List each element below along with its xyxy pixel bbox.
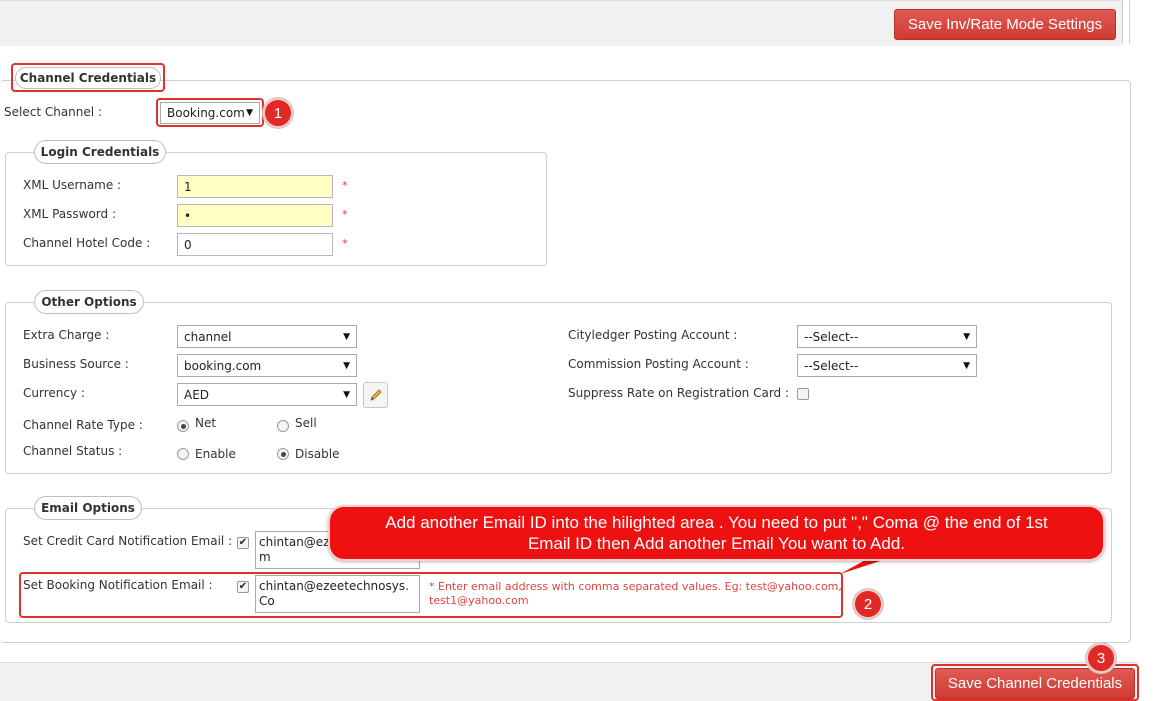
channel-status-label: Channel Status :: [23, 444, 123, 458]
chevron-down-icon: ▼: [963, 331, 970, 342]
step-badge-3: 3: [1086, 643, 1116, 673]
cc-email-label: Set Credit Card Notification Email :: [23, 534, 233, 548]
login-credentials-legend: Login Credentials: [34, 140, 166, 164]
instruction-callout: Add another Email ID into the hilighted …: [328, 505, 1105, 561]
business-source-label: Business Source :: [23, 357, 129, 371]
chevron-down-icon: ▼: [246, 108, 253, 118]
required-mark: *: [342, 208, 348, 221]
booking-email-label: Set Booking Notification Email :: [23, 578, 213, 592]
chevron-down-icon: ▼: [963, 360, 970, 371]
pencil-icon: [369, 389, 382, 401]
select-channel-label: Select Channel :: [4, 105, 102, 119]
edit-currency-button[interactable]: [363, 382, 388, 408]
hotel-code-label: Channel Hotel Code :: [23, 236, 151, 250]
step-badge-1: 1: [263, 98, 293, 128]
booking-email-textarea[interactable]: chintan@ezeetechnosys.Co m: [255, 575, 420, 613]
step-badge-2: 2: [853, 589, 883, 619]
rate-type-sell-radio[interactable]: [277, 420, 289, 432]
currency-dropdown[interactable]: AED ▼: [177, 383, 357, 406]
save-inv-rate-mode-button[interactable]: Save Inv/Rate Mode Settings: [894, 9, 1116, 40]
save-channel-credentials-button[interactable]: Save Channel Credentials: [935, 668, 1135, 699]
cityledger-label: Cityledger Posting Account :: [568, 328, 738, 342]
select-channel-dropdown[interactable]: Booking.com ▼: [160, 102, 260, 124]
divider: [1122, 0, 1123, 44]
email-hint: * Enter email address with comma separat…: [429, 580, 842, 607]
rate-type-label: Channel Rate Type :: [23, 418, 143, 432]
business-source-dropdown[interactable]: booking.com ▼: [177, 354, 357, 377]
xml-username-label: XML Username :: [23, 178, 122, 192]
required-mark: *: [342, 179, 348, 192]
status-enable-label: Enable: [195, 447, 236, 461]
status-disable-radio[interactable]: [277, 448, 289, 460]
legend-text: Channel Credentials: [19, 71, 157, 85]
xml-password-label: XML Password :: [23, 207, 116, 221]
chevron-down-icon: ▼: [343, 331, 350, 342]
cc-email-checkbox[interactable]: ✔: [237, 537, 249, 549]
suppress-rate-checkbox[interactable]: [797, 388, 809, 400]
suppress-rate-label: Suppress Rate on Registration Card :: [568, 386, 790, 400]
divider: [1129, 0, 1130, 44]
other-options-legend: Other Options: [34, 290, 144, 314]
booking-email-checkbox[interactable]: ✔: [237, 581, 249, 593]
channel-credentials-legend: Channel Credentials: [15, 67, 161, 89]
required-mark: *: [342, 237, 348, 250]
cityledger-dropdown[interactable]: --Select-- ▼: [797, 325, 977, 348]
rate-type-sell-label: Sell: [295, 416, 317, 430]
chevron-down-icon: ▼: [343, 389, 350, 400]
status-disable-label: Disable: [295, 447, 340, 461]
chevron-down-icon: ▼: [343, 360, 350, 371]
currency-label: Currency :: [23, 386, 85, 400]
xml-username-input[interactable]: 1: [177, 175, 333, 198]
extra-charge-dropdown[interactable]: channel ▼: [177, 325, 357, 348]
email-options-legend: Email Options: [34, 496, 142, 520]
commission-label: Commission Posting Account :: [568, 357, 749, 371]
extra-charge-label: Extra Charge :: [23, 328, 110, 342]
xml-password-input[interactable]: •: [177, 204, 333, 227]
commission-dropdown[interactable]: --Select-- ▼: [797, 354, 977, 377]
select-value: Booking.com: [167, 106, 245, 120]
rate-type-net-radio[interactable]: [177, 420, 189, 432]
rate-type-net-label: Net: [195, 416, 217, 430]
status-enable-radio[interactable]: [177, 448, 189, 460]
hotel-code-input[interactable]: 0: [177, 233, 333, 256]
